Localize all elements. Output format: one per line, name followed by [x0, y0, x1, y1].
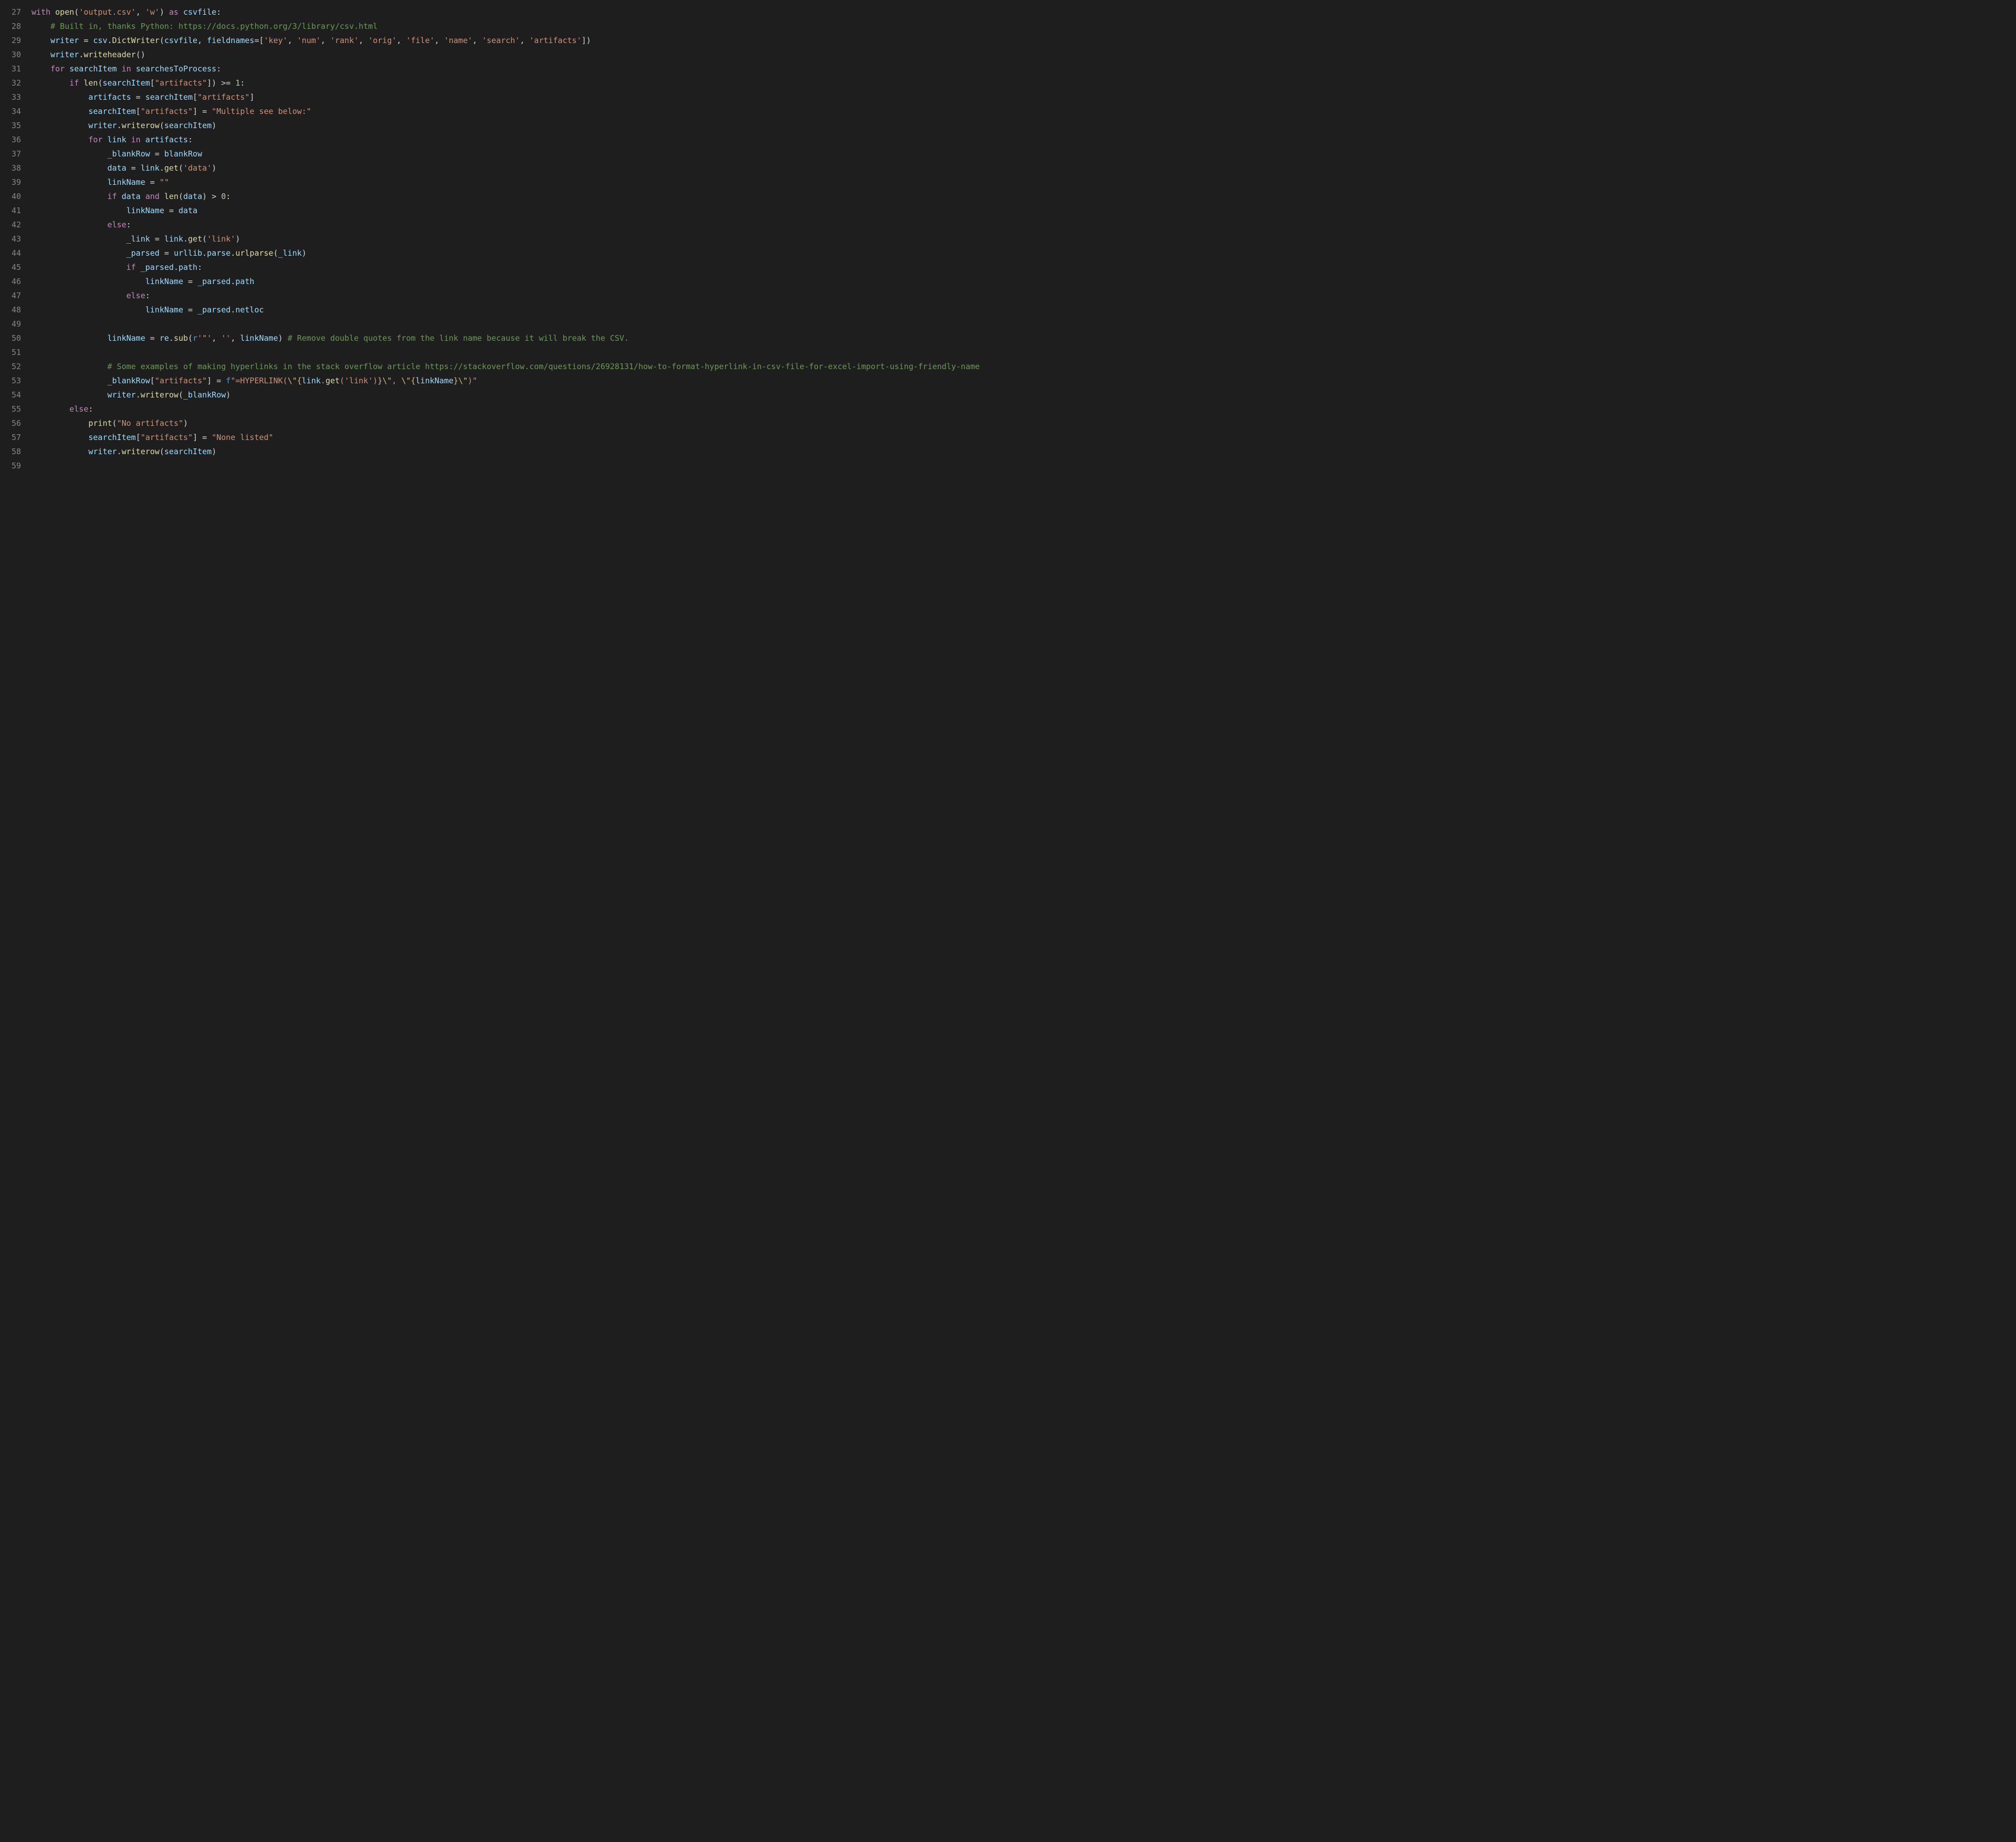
line-number: 41 — [0, 204, 21, 218]
line-number: 28 — [0, 19, 21, 34]
code-line[interactable]: linkName = data — [32, 204, 2008, 218]
line-number: 54 — [0, 388, 21, 402]
line-number: 37 — [0, 147, 21, 161]
code-line[interactable]: linkName = _parsed.path — [32, 275, 2008, 289]
code-line[interactable]: _parsed = urllib.parse.urlparse(_link) — [32, 246, 2008, 260]
line-number: 49 — [0, 317, 21, 331]
code-line[interactable]: writer = csv.DictWriter(csvfile, fieldna… — [32, 34, 2008, 48]
code-line[interactable]: # Some examples of making hyperlinks in … — [32, 360, 2008, 374]
line-number: 56 — [0, 416, 21, 431]
line-number: 58 — [0, 445, 21, 459]
code-editor[interactable]: 2728293031323334353637383940414243444546… — [0, 5, 2016, 473]
code-line[interactable]: with open('output.csv', 'w') as csvfile: — [32, 5, 2008, 19]
line-number: 39 — [0, 175, 21, 190]
code-line[interactable]: searchItem["artifacts"] = "Multiple see … — [32, 104, 2008, 119]
line-number: 43 — [0, 232, 21, 246]
line-number: 35 — [0, 119, 21, 133]
code-line[interactable] — [32, 459, 2008, 473]
code-line[interactable]: else: — [32, 289, 2008, 303]
code-line[interactable]: writer.writerow(searchItem) — [32, 445, 2008, 459]
line-number: 27 — [0, 5, 21, 19]
code-line[interactable]: searchItem["artifacts"] = "None listed" — [32, 431, 2008, 445]
line-number: 34 — [0, 104, 21, 119]
code-line[interactable]: linkName = re.sub(r'"', '', linkName) # … — [32, 331, 2008, 346]
line-number: 51 — [0, 346, 21, 360]
code-line[interactable]: _blankRow = blankRow — [32, 147, 2008, 161]
line-number: 55 — [0, 402, 21, 416]
code-line[interactable]: print("No artifacts") — [32, 416, 2008, 431]
line-number: 48 — [0, 303, 21, 317]
line-number: 29 — [0, 34, 21, 48]
code-line[interactable]: linkName = "" — [32, 175, 2008, 190]
line-number: 46 — [0, 275, 21, 289]
code-line[interactable]: if data and len(data) > 0: — [32, 190, 2008, 204]
code-line[interactable] — [32, 346, 2008, 360]
code-line[interactable]: else: — [32, 218, 2008, 232]
code-line[interactable]: for searchItem in searchesToProcess: — [32, 62, 2008, 76]
code-line[interactable]: _blankRow["artifacts"] = f"=HYPERLINK(\"… — [32, 374, 2008, 388]
line-number: 47 — [0, 289, 21, 303]
line-number: 44 — [0, 246, 21, 260]
line-number: 31 — [0, 62, 21, 76]
line-number: 52 — [0, 360, 21, 374]
line-number: 36 — [0, 133, 21, 147]
code-line[interactable] — [32, 317, 2008, 331]
line-number: 42 — [0, 218, 21, 232]
line-number-gutter: 2728293031323334353637383940414243444546… — [0, 5, 32, 473]
code-line[interactable]: if _parsed.path: — [32, 260, 2008, 275]
line-number: 50 — [0, 331, 21, 346]
code-line[interactable]: for link in artifacts: — [32, 133, 2008, 147]
code-content[interactable]: with open('output.csv', 'w') as csvfile:… — [32, 5, 2016, 473]
line-number: 57 — [0, 431, 21, 445]
code-line[interactable]: writer.writerow(searchItem) — [32, 119, 2008, 133]
line-number: 33 — [0, 90, 21, 104]
code-line[interactable]: data = link.get('data') — [32, 161, 2008, 175]
code-line[interactable]: artifacts = searchItem["artifacts"] — [32, 90, 2008, 104]
code-line[interactable]: writer.writeheader() — [32, 48, 2008, 62]
line-number: 30 — [0, 48, 21, 62]
line-number: 59 — [0, 459, 21, 473]
code-line[interactable]: else: — [32, 402, 2008, 416]
code-line[interactable]: _link = link.get('link') — [32, 232, 2008, 246]
line-number: 45 — [0, 260, 21, 275]
line-number: 40 — [0, 190, 21, 204]
code-line[interactable]: linkName = _parsed.netloc — [32, 303, 2008, 317]
line-number: 38 — [0, 161, 21, 175]
code-line[interactable]: writer.writerow(_blankRow) — [32, 388, 2008, 402]
code-line[interactable]: # Built in, thanks Python: https://docs.… — [32, 19, 2008, 34]
code-line[interactable]: if len(searchItem["artifacts"]) >= 1: — [32, 76, 2008, 90]
line-number: 53 — [0, 374, 21, 388]
line-number: 32 — [0, 76, 21, 90]
